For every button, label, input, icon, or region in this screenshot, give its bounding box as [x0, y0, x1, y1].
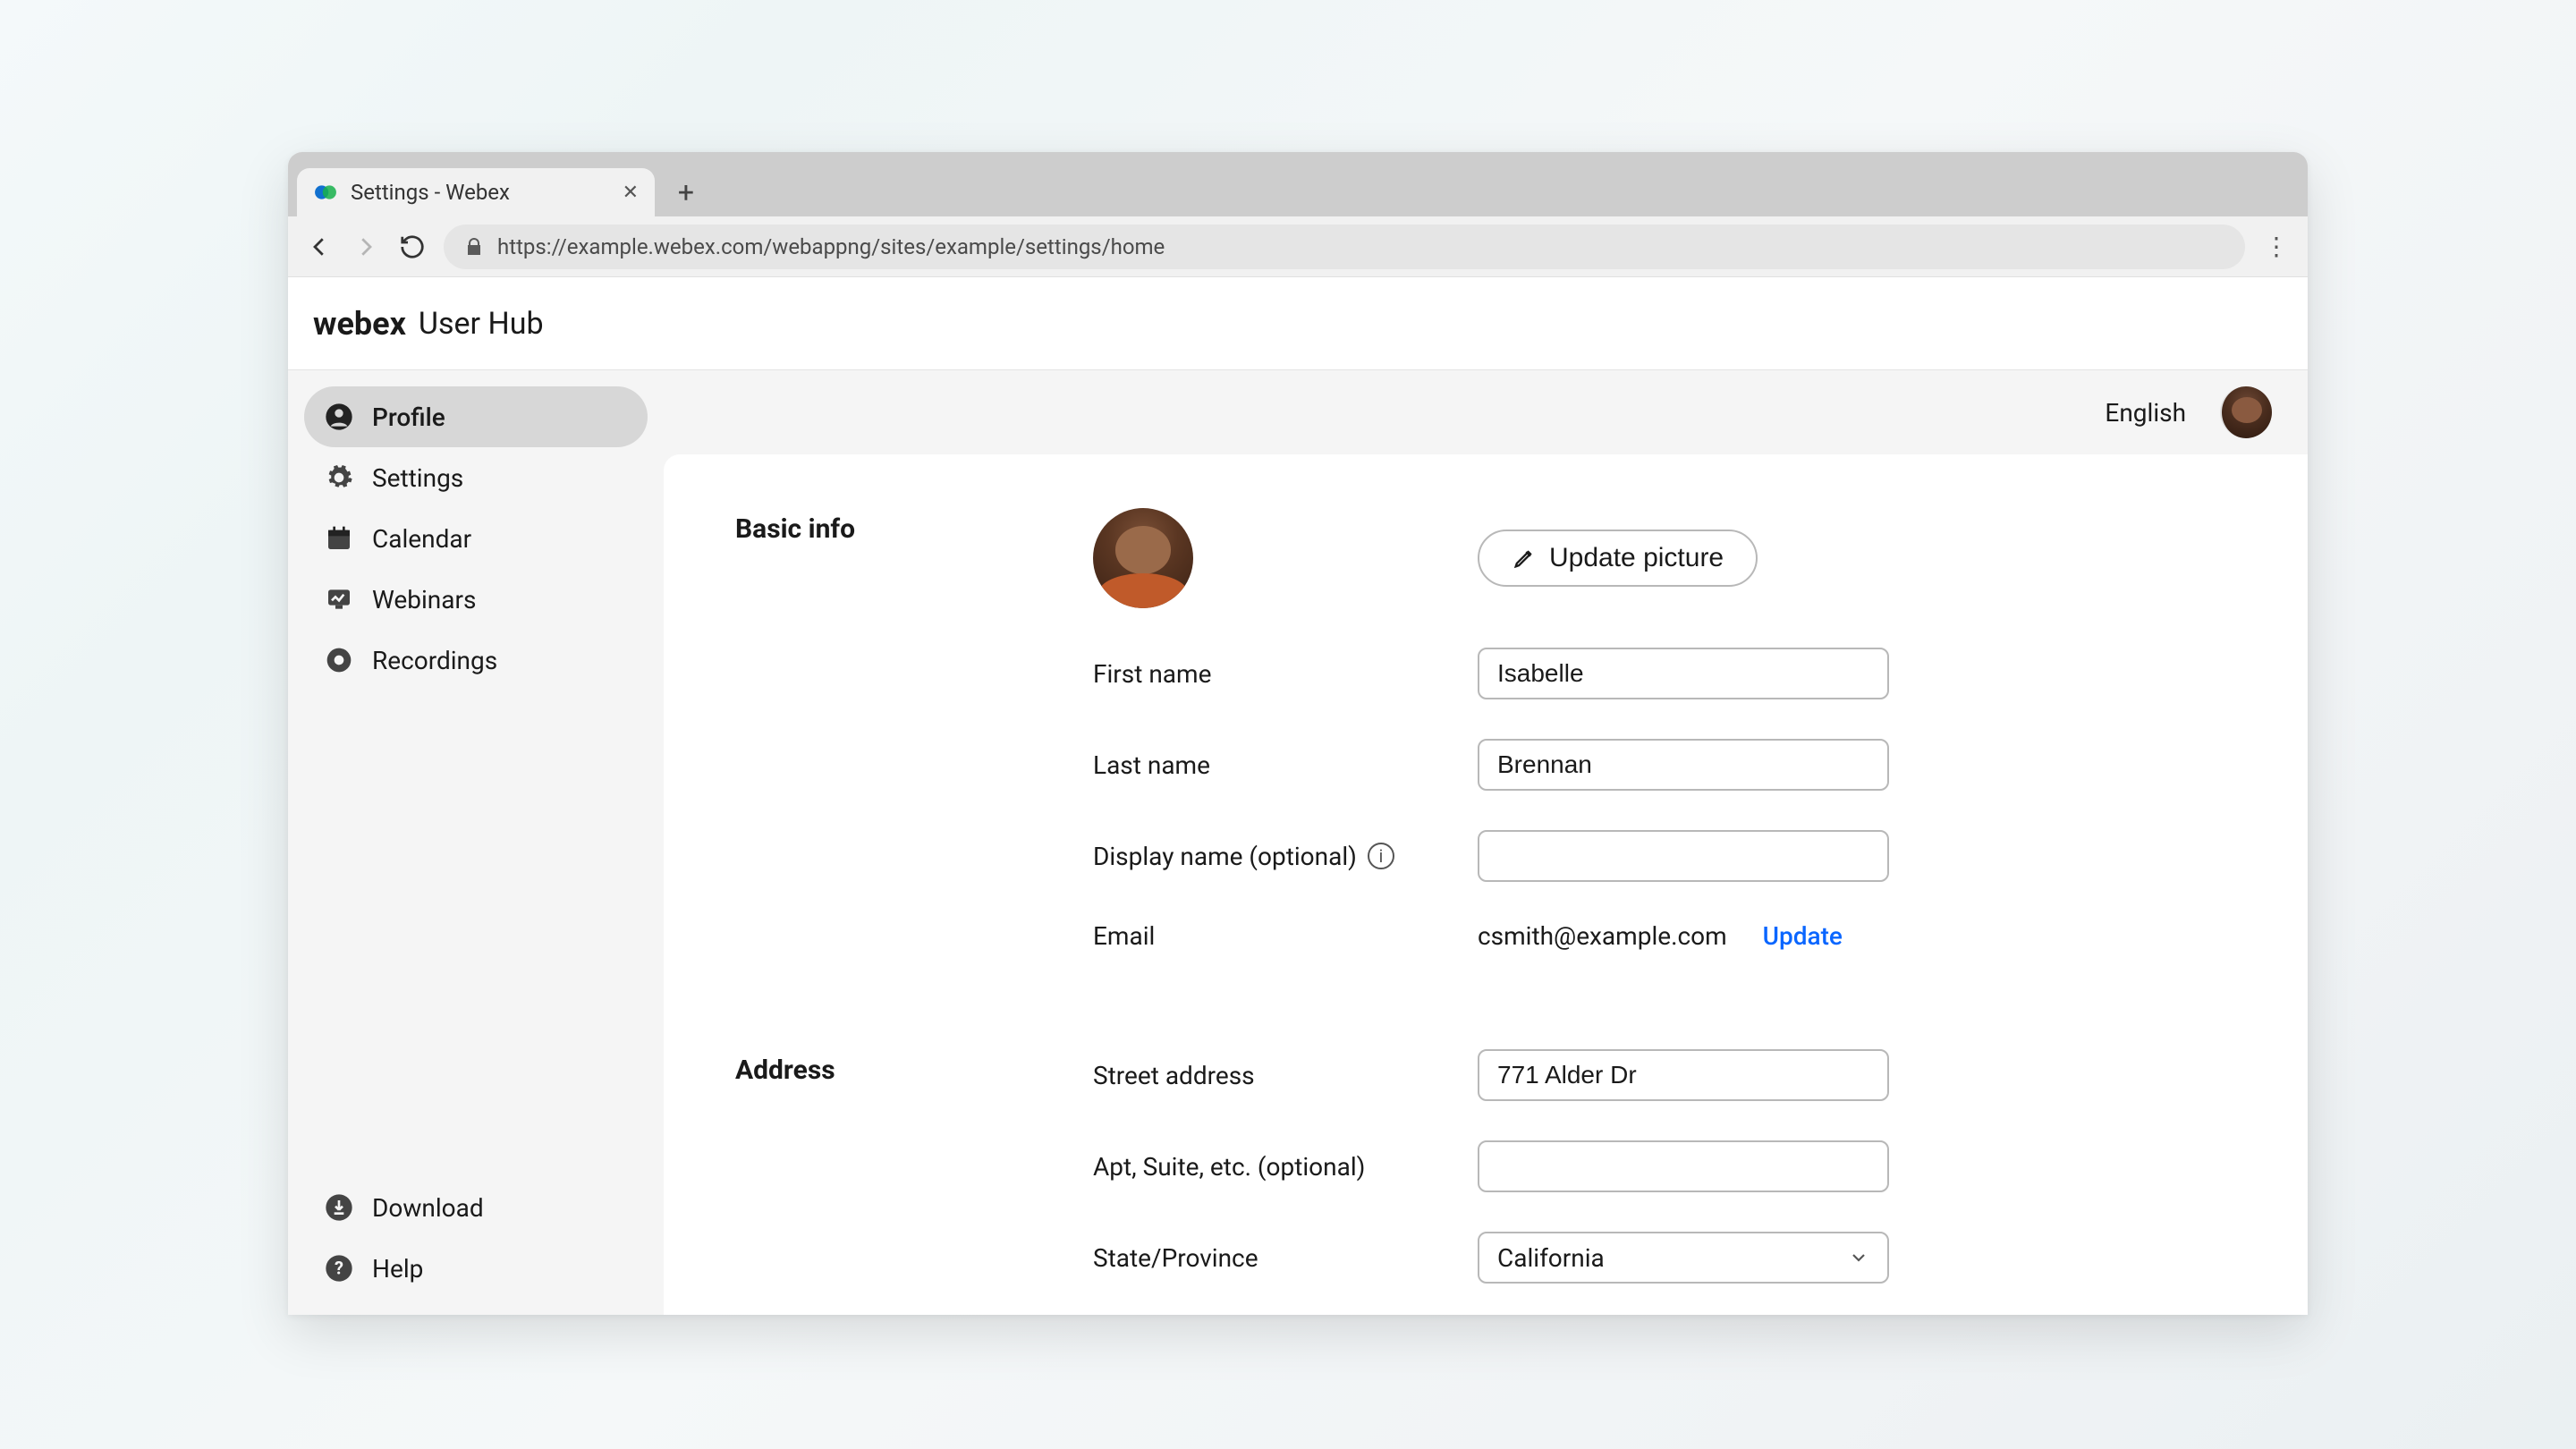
browser-window: Settings - Webex ✕ + https://example.web… — [288, 152, 2308, 1315]
browser-toolbar: https://example.webex.com/webappng/sites… — [288, 216, 2308, 277]
browser-tab[interactable]: Settings - Webex ✕ — [297, 168, 655, 216]
tab-strip: Settings - Webex ✕ + — [288, 152, 2308, 216]
reload-button[interactable] — [397, 232, 428, 262]
sidebar-item-settings[interactable]: Settings — [304, 447, 648, 508]
profile-card: Basic info — [664, 454, 2308, 1315]
display-name-label: Display name (optional) — [1093, 842, 1357, 871]
profile-avatar — [1093, 508, 1193, 608]
language-selector[interactable]: English — [2105, 398, 2186, 428]
svg-text:?: ? — [335, 1258, 343, 1279]
new-tab-button[interactable]: + — [665, 172, 707, 213]
brand-subtitle: User Hub — [419, 306, 544, 342]
first-name-input[interactable] — [1478, 648, 1889, 699]
email-value: csmith@example.com — [1478, 921, 1727, 951]
sidebar-item-webinars[interactable]: Webinars — [304, 569, 648, 630]
address-section: Address Street address Apt, Suite, etc. … — [735, 1049, 2236, 1284]
last-name-label: Last name — [1093, 750, 1478, 780]
sidebar-item-download[interactable]: Download — [304, 1177, 648, 1238]
help-icon: ? — [324, 1253, 354, 1284]
email-update-link[interactable]: Update — [1763, 921, 1843, 951]
street-input[interactable] — [1478, 1049, 1889, 1101]
forward-button[interactable] — [351, 232, 381, 262]
brand-logo: webex — [313, 305, 406, 343]
basic-info-section: Basic info — [735, 508, 2236, 951]
main-column: English Basic info — [664, 370, 2308, 1315]
back-button[interactable] — [304, 232, 335, 262]
sidebar: Profile Settings Calendar — [288, 370, 664, 1315]
url-text: https://example.webex.com/webappng/sites… — [497, 234, 1165, 259]
calendar-icon — [324, 523, 354, 554]
last-name-input[interactable] — [1478, 739, 1889, 791]
app-header: webex User Hub — [288, 277, 2308, 370]
address-bar[interactable]: https://example.webex.com/webappng/sites… — [444, 225, 2245, 269]
sidebar-item-label: Webinars — [372, 585, 476, 614]
sidebar-item-label: Profile — [372, 402, 445, 432]
email-label: Email — [1093, 921, 1478, 951]
sidebar-item-label: Recordings — [372, 646, 497, 675]
sidebar-item-help[interactable]: ? Help — [304, 1238, 648, 1299]
basic-info-heading: Basic info — [735, 508, 1093, 951]
gear-icon — [324, 462, 354, 493]
update-picture-label: Update picture — [1549, 543, 1724, 573]
address-heading: Address — [735, 1049, 1093, 1284]
webex-favicon-icon — [313, 180, 338, 205]
sidebar-item-label: Settings — [372, 463, 463, 493]
settings-topbar: English — [664, 370, 2308, 454]
sidebar-item-label: Download — [372, 1193, 484, 1223]
sidebar-item-profile[interactable]: Profile — [304, 386, 648, 447]
person-icon — [324, 402, 354, 432]
user-avatar-small[interactable] — [2220, 386, 2272, 438]
record-icon — [324, 645, 354, 675]
lock-icon — [463, 236, 485, 258]
sidebar-item-calendar[interactable]: Calendar — [304, 508, 648, 569]
sidebar-item-label: Calendar — [372, 524, 471, 554]
apt-label: Apt, Suite, etc. (optional) — [1093, 1152, 1478, 1182]
sidebar-item-recordings[interactable]: Recordings — [304, 630, 648, 691]
state-select[interactable]: California — [1478, 1232, 1889, 1284]
sidebar-item-label: Help — [372, 1254, 423, 1284]
tab-title: Settings - Webex — [351, 180, 510, 205]
street-label: Street address — [1093, 1061, 1478, 1090]
first-name-label: First name — [1093, 659, 1478, 689]
state-value: California — [1497, 1243, 1605, 1273]
info-icon[interactable]: i — [1368, 843, 1394, 869]
chart-icon — [324, 584, 354, 614]
chevron-down-icon — [1848, 1247, 1869, 1268]
state-label: State/Province — [1093, 1243, 1478, 1273]
apt-input[interactable] — [1478, 1140, 1889, 1192]
download-icon — [324, 1192, 354, 1223]
app-content: Profile Settings Calendar — [288, 370, 2308, 1315]
pencil-icon — [1512, 546, 1537, 571]
close-tab-icon[interactable]: ✕ — [623, 182, 639, 204]
update-picture-button[interactable]: Update picture — [1478, 530, 1758, 587]
browser-menu-button[interactable]: ⋮ — [2261, 232, 2292, 261]
display-name-input[interactable] — [1478, 830, 1889, 882]
